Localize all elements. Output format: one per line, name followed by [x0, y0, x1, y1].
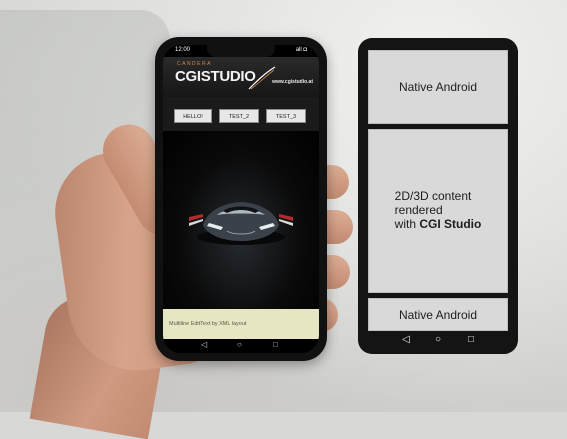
- phone-notch: [207, 45, 275, 57]
- native-android-bottom-panel: Native Android: [368, 298, 508, 331]
- layout-mockup: Native Android 2D/3D content rendered wi…: [358, 38, 518, 354]
- home-icon[interactable]: ○: [237, 340, 242, 349]
- mock-recents-icon: □: [468, 334, 475, 345]
- phone-screen: 12:00 all ◘ CANDERA CGISTUDIO www.cgistu…: [163, 45, 319, 353]
- back-icon[interactable]: ◁: [201, 340, 207, 349]
- test2-button[interactable]: TEST_2: [219, 109, 259, 123]
- logo-cgistudio: CGISTUDIO: [175, 68, 256, 85]
- multiline-edittext[interactable]: Multiline EditText by XML layout: [163, 309, 319, 339]
- app-header: CANDERA CGISTUDIO www.cgistudio.at: [163, 57, 319, 97]
- cgi-line-2: rendered: [394, 203, 443, 218]
- test3-button[interactable]: TEST_3: [266, 109, 306, 123]
- sports-car-render: [189, 202, 293, 245]
- website-url: www.cgistudio.at: [272, 79, 313, 85]
- hello-button[interactable]: HELLO!: [174, 109, 212, 123]
- native-android-top-label: Native Android: [398, 80, 478, 94]
- cgi-line-3: with CGI Studio: [394, 216, 482, 232]
- smartphone: 12:00 all ◘ CANDERA CGISTUDIO www.cgistu…: [155, 37, 327, 361]
- cgi-content-panel: 2D/3D content rendered with CGI Studio: [368, 129, 508, 293]
- logo-swoosh-icon: [248, 66, 276, 90]
- native-android-top-panel: Native Android: [368, 50, 508, 124]
- 3d-render-view[interactable]: [163, 131, 319, 309]
- android-nav-bar: ◁ ○ □: [163, 339, 319, 353]
- logo-brand-top: CANDERA: [177, 61, 212, 67]
- cgi-line-3-prefix: with: [394, 216, 420, 231]
- cgi-content-text: 2D/3D content rendered with CGI Studio: [394, 189, 482, 232]
- cgi-line-1: 2D/3D content: [394, 189, 472, 204]
- status-time: 12:00: [175, 47, 191, 53]
- native-android-bottom-label: Native Android: [398, 307, 478, 322]
- recents-icon[interactable]: □: [273, 340, 278, 349]
- mock-home-icon: ○: [435, 334, 442, 345]
- mock-back-icon: ◁: [402, 334, 410, 345]
- button-bar: HELLO! TEST_2 TEST_3: [163, 97, 319, 131]
- status-icons: all ◘: [295, 47, 307, 53]
- cgi-studio-bold: CGI Studio: [419, 216, 482, 231]
